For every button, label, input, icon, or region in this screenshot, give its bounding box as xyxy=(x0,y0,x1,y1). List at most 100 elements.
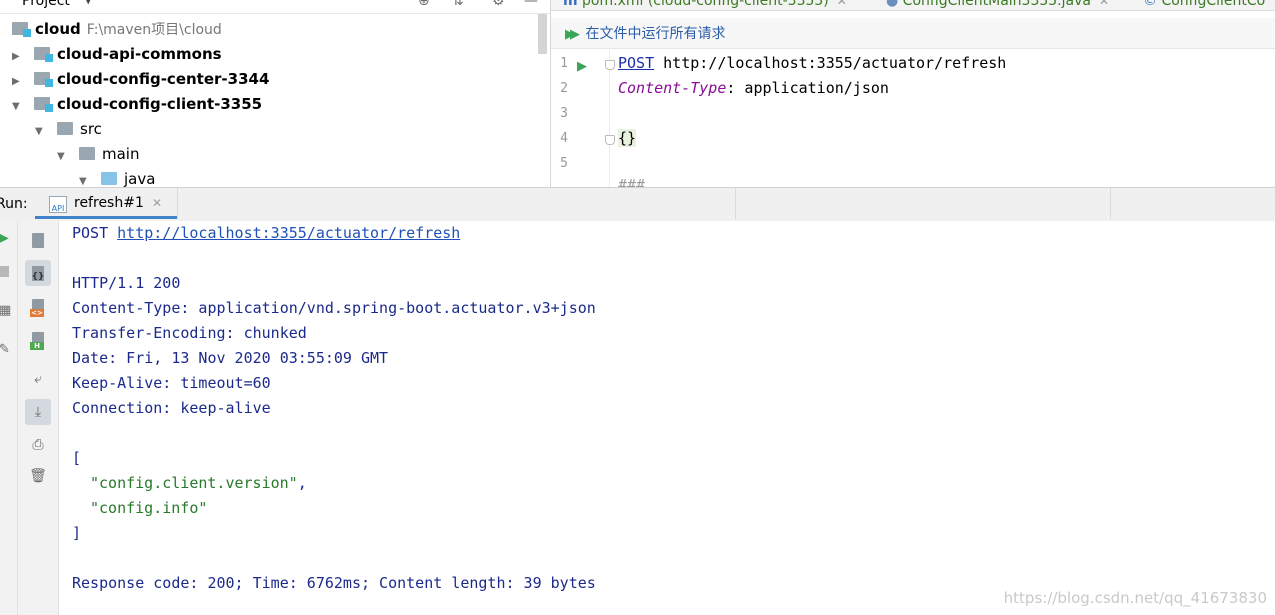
soft-wrap-icon[interactable]: ⤶ xyxy=(25,366,51,392)
chevron-right-icon[interactable]: ▶ xyxy=(12,44,24,69)
fold-marker-icon[interactable] xyxy=(605,135,615,145)
chevron-down-icon[interactable]: ▼ xyxy=(35,119,47,144)
fold-marker-icon[interactable] xyxy=(605,60,615,70)
module-folder-icon xyxy=(34,97,53,112)
tree-item-label: main xyxy=(102,145,140,163)
tree-item-label: src xyxy=(80,120,102,138)
maven-icon: m xyxy=(563,0,578,9)
close-icon[interactable]: ✕ xyxy=(1099,0,1109,8)
close-icon[interactable]: ✕ xyxy=(152,196,162,210)
chevron-down-icon[interactable]: ▼ xyxy=(79,169,91,187)
code-line-6[interactable]: ### xyxy=(618,176,645,187)
run-all-icon: ▶▶ xyxy=(565,27,580,42)
tree-item-src[interactable]: ▼ src xyxy=(35,117,102,142)
scroll-to-end-icon[interactable]: ⤓ xyxy=(25,399,51,425)
tab-refresh-1[interactable]: API refresh#1 ✕ xyxy=(35,188,177,219)
run-request-icon[interactable]: ▶ xyxy=(577,59,587,74)
tree-item-label: cloud-api-commons xyxy=(57,45,222,63)
divider xyxy=(177,188,178,219)
pin-icon[interactable]: ✎ xyxy=(0,342,10,357)
editor-gutter: 1 2 3 4 5 ▶ xyxy=(551,50,615,187)
html-view-icon[interactable]: <> xyxy=(25,293,51,319)
view-response-icon[interactable] xyxy=(25,227,51,253)
watermark: https://blog.csdn.net/qq_41673830 xyxy=(1003,589,1267,607)
chevron-down-icon[interactable]: ▼ xyxy=(57,144,69,169)
close-icon[interactable]: ✕ xyxy=(837,0,847,8)
json-view-icon[interactable]: {} xyxy=(25,260,51,286)
tree-item-main[interactable]: ▼ main xyxy=(57,142,139,167)
headers-view-icon[interactable]: H xyxy=(25,326,51,352)
folder-icon xyxy=(57,122,73,135)
scrollbar[interactable] xyxy=(538,14,547,54)
output-summary: Response code: 200; Time: 6762ms; Conten… xyxy=(72,574,596,592)
stop-icon[interactable] xyxy=(0,266,9,277)
output-header: Connection: keep-alive xyxy=(72,399,271,417)
divider xyxy=(1110,188,1111,219)
collapse-all-icon[interactable]: ⇅ xyxy=(452,0,464,9)
print-icon[interactable]: ⎙ xyxy=(25,432,51,458)
output-json-close: ] xyxy=(72,524,82,542)
project-header: Project ▼ ⊕ ⇅ ⚙ — xyxy=(0,0,550,14)
output-method: POST xyxy=(72,224,118,242)
code-line-2[interactable]: Content-Type: application/json xyxy=(618,79,889,97)
editor-panel: m pom.xml (cloud-config-client-3355) ✕ ● … xyxy=(550,0,1275,187)
output-header: Transfer-Encoding: chunked xyxy=(72,324,307,342)
tree-item-label: cloud-config-client-3355 xyxy=(57,95,263,113)
line-number: 3 xyxy=(560,106,568,121)
run-tab-bar: Run: API refresh#1 ✕ xyxy=(0,187,1275,222)
run-tab-label: refresh#1 xyxy=(74,195,144,211)
line-number: 5 xyxy=(560,156,568,171)
line-number: 2 xyxy=(560,81,568,96)
project-title[interactable]: Project xyxy=(22,0,70,9)
http-run-toolbar: ▶▶ 在文件中运行所有请求 xyxy=(551,18,1275,49)
run-toolbar: {} <> H ⤶ ⤓ ⎙ 🗑 xyxy=(18,221,59,615)
code-line-1[interactable]: POST http://localhost:3355/actuator/refr… xyxy=(618,54,1006,72)
response-output[interactable]: POST http://localhost:3355/actuator/refr… xyxy=(59,221,1275,615)
tree-item-label: java xyxy=(124,170,156,187)
class-icon: ● xyxy=(886,0,899,9)
hide-icon[interactable]: — xyxy=(524,0,538,9)
line-number: 4 xyxy=(560,131,568,146)
header-name: Content-Type xyxy=(618,79,727,97)
run-all-requests-button[interactable]: ▶▶ 在文件中运行所有请求 xyxy=(565,23,725,43)
folder-icon xyxy=(79,147,95,160)
source-folder-icon xyxy=(101,172,117,185)
chevron-down-icon[interactable]: ▼ xyxy=(12,94,24,119)
module-folder-icon xyxy=(34,47,53,62)
rerun-icon[interactable]: ▶ xyxy=(0,230,9,246)
api-icon: API xyxy=(49,196,67,213)
output-url-link[interactable]: http://localhost:3355/actuator/refresh xyxy=(117,224,460,242)
editor-tabs: m pom.xml (cloud-config-client-3355) ✕ ● … xyxy=(551,0,1275,11)
trash-icon[interactable]: 🗑 xyxy=(25,463,51,489)
tab-configclientco[interactable]: © ConfigClientCo xyxy=(1143,0,1265,9)
output-json-value: "config.client.version", xyxy=(90,474,307,492)
header-value: : application/json xyxy=(726,79,889,97)
run-all-label: 在文件中运行所有请求 xyxy=(585,26,726,42)
tree-item-cloud-api-commons[interactable]: ▶ cloud-api-commons xyxy=(12,42,222,67)
class-icon: © xyxy=(1143,0,1157,9)
tree-item-cloud-config-center[interactable]: ▶ cloud-config-center-3344 xyxy=(12,67,269,92)
output-json-value: "config.info" xyxy=(90,499,208,517)
code-line-4[interactable]: {} xyxy=(618,129,637,147)
tree-item-cloud[interactable]: cloud F:\maven项目\cloud xyxy=(12,17,222,42)
output-header: Date: Fri, 13 Nov 2020 03:55:09 GMT xyxy=(72,349,389,367)
module-folder-icon xyxy=(34,72,53,87)
output-request-line: POST http://localhost:3355/actuator/refr… xyxy=(72,224,460,242)
tree-item-label: cloud-config-center-3344 xyxy=(57,70,270,88)
tab-configclientmain[interactable]: ● ConfigClientMain3355.java ✕ xyxy=(886,0,1109,9)
chevron-down-icon[interactable]: ▼ xyxy=(84,0,92,6)
tree-item-java[interactable]: ▼ java xyxy=(79,167,155,187)
tab-pom-xml[interactable]: m pom.xml (cloud-config-client-3355) ✕ xyxy=(563,0,847,9)
layout-icon[interactable]: ▦ xyxy=(0,303,11,318)
output-json-open: [ xyxy=(72,449,82,467)
locate-icon[interactable]: ⊕ xyxy=(418,0,430,9)
tree-item-cloud-config-client[interactable]: ▼ cloud-config-client-3355 xyxy=(12,92,262,117)
run-label: Run: xyxy=(0,196,28,212)
chevron-right-icon[interactable]: ▶ xyxy=(12,69,24,94)
run-side-strip: ▶ ▦ ✎ xyxy=(0,221,18,615)
output-header: Keep-Alive: timeout=60 xyxy=(72,374,271,392)
request-body: {} xyxy=(618,129,637,147)
gear-icon[interactable]: ⚙ xyxy=(492,0,505,9)
line-number: 1 xyxy=(560,56,568,71)
output-status: HTTP/1.1 200 xyxy=(72,274,181,292)
